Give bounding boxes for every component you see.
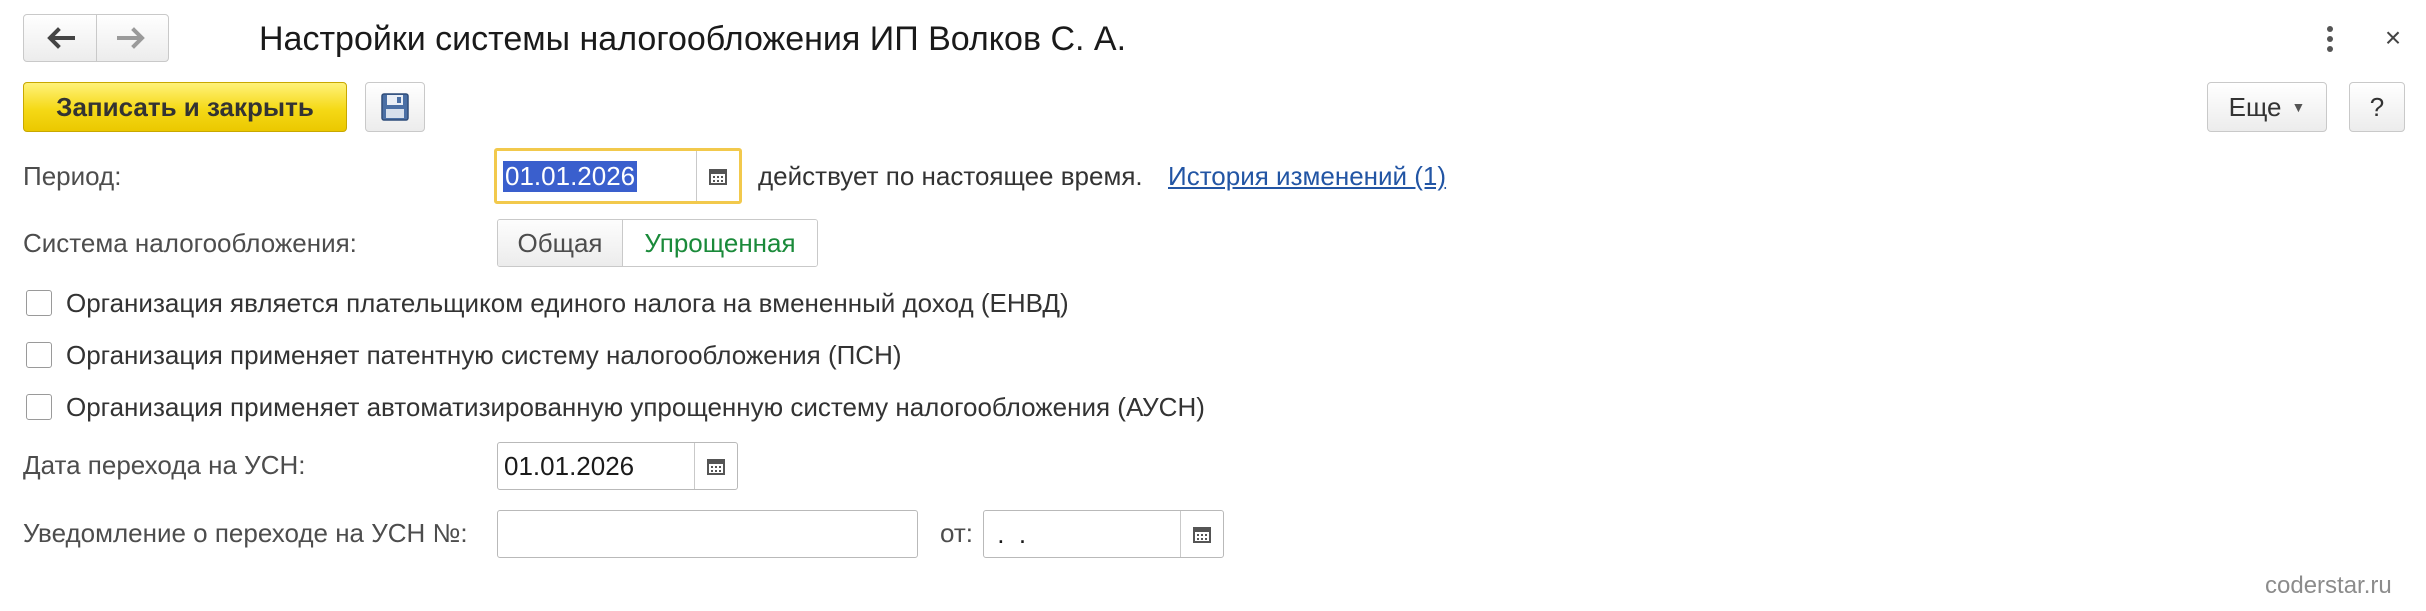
history-link[interactable]: История изменений (1): [1168, 161, 1446, 191]
navigation-buttons: [23, 14, 169, 62]
usn-calendar-button[interactable]: [694, 443, 737, 489]
psn-checkbox-row[interactable]: Организация применяет патентную систему …: [26, 340, 902, 370]
calendar-icon: [707, 459, 725, 475]
site-watermark: coderstar.ru: [2265, 572, 2392, 599]
ausn-checkbox[interactable]: [26, 394, 52, 420]
save-and-close-button[interactable]: Записать и закрыть: [23, 82, 347, 132]
envd-checkbox-row[interactable]: Организация является плательщиком единог…: [26, 288, 1069, 318]
psn-checkbox[interactable]: [26, 342, 52, 368]
window-menu-button[interactable]: [2320, 22, 2340, 56]
more-button[interactable]: Еще ▼: [2207, 82, 2327, 132]
close-icon: ×: [2384, 22, 2402, 53]
arrow-left-icon: [46, 27, 75, 49]
envd-checkbox-label: Организация является плательщиком единог…: [66, 288, 1069, 318]
tax-option-simplified[interactable]: Упрощенная: [623, 220, 817, 266]
period-label: Период:: [23, 161, 122, 191]
tax-system-toggle: Общая Упрощенная: [497, 219, 818, 267]
tax-system-label: Система налогообложения:: [23, 228, 357, 258]
period-status-text: действует по настоящее время.: [758, 161, 1143, 191]
usn-date-value[interactable]: 01.01.2026: [504, 451, 634, 482]
period-date-value[interactable]: 01.01.2026: [503, 160, 638, 192]
ausn-checkbox-row[interactable]: Организация применяет автоматизированную…: [26, 392, 1205, 422]
psn-checkbox-label: Организация применяет патентную систему …: [66, 340, 902, 370]
notice-calendar-button[interactable]: [1180, 511, 1223, 557]
envd-checkbox[interactable]: [26, 290, 52, 316]
calendar-icon: [709, 169, 727, 185]
notice-date-field[interactable]: . .: [983, 510, 1224, 558]
more-label: Еще: [2228, 91, 2282, 122]
forward-button[interactable]: [95, 15, 169, 61]
usn-date-field[interactable]: 01.01.2026: [497, 442, 738, 490]
help-button[interactable]: ?: [2349, 82, 2405, 132]
save-button[interactable]: [365, 82, 425, 132]
caret-down-icon: ▼: [2291, 99, 2306, 115]
save-and-close-label: Записать и закрыть: [56, 91, 314, 122]
arrow-right-icon: [117, 27, 146, 49]
back-button[interactable]: [24, 15, 96, 61]
notice-number-input[interactable]: [497, 510, 918, 558]
vertical-dots-icon: [2327, 26, 2333, 52]
period-date-field[interactable]: 01.01.2026: [494, 148, 742, 204]
help-label: ?: [2369, 91, 2385, 122]
period-calendar-button[interactable]: [696, 151, 739, 201]
calendar-icon: [1193, 527, 1211, 543]
notice-from-label: от:: [940, 518, 974, 548]
close-button[interactable]: ×: [2378, 20, 2408, 56]
notice-date-value[interactable]: . .: [990, 519, 1026, 550]
tax-option-general[interactable]: Общая: [498, 220, 623, 266]
window-title: Настройки системы налогообложения ИП Вол…: [259, 20, 1127, 58]
ausn-checkbox-label: Организация применяет автоматизированную…: [66, 392, 1205, 422]
usn-date-label: Дата перехода на УСН:: [23, 450, 306, 480]
floppy-disk-icon: [381, 93, 409, 121]
notice-number-label: Уведомление о переходе на УСН №:: [23, 518, 468, 548]
